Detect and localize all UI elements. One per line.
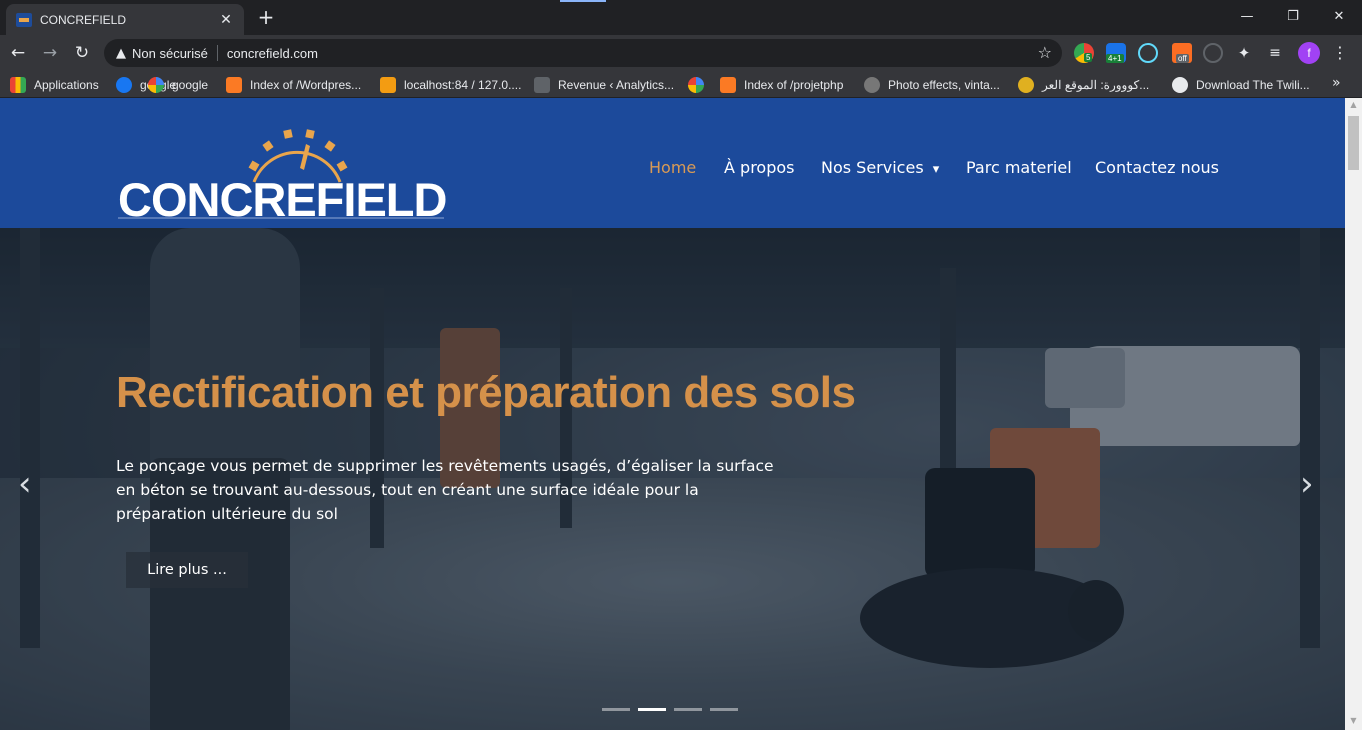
carousel-next-icon[interactable]: › xyxy=(1300,464,1314,504)
bookmark-applications[interactable]: Applications xyxy=(10,76,99,94)
concrefield-favicon-icon xyxy=(16,12,32,27)
concrefield-logo[interactable]: CONCREFIELD xyxy=(114,122,448,226)
bookmark-photo-effects[interactable]: Photo effects, vinta... xyxy=(864,76,1000,94)
security-label[interactable]: Non sécurisé xyxy=(132,46,208,61)
bookmark-projetphp[interactable]: Index of /projetphp xyxy=(720,76,843,94)
kooora-icon xyxy=(1018,77,1034,93)
hero-description: Le ponçage vous permet de supprimer les … xyxy=(116,457,774,523)
recycle-extension-icon[interactable] xyxy=(1203,43,1223,63)
media-queue-icon[interactable]: ≡ xyxy=(1265,43,1285,63)
nav-contactez-nous[interactable]: Contactez nous xyxy=(1095,158,1219,177)
xampp-icon xyxy=(720,77,736,93)
close-window-button[interactable]: ✕ xyxy=(1316,0,1362,32)
maximize-button[interactable]: ❐ xyxy=(1270,0,1316,32)
browser-toolbar: ← → ↻ ▲ Non sécurisé concrefield.com ☆ 5… xyxy=(0,35,1362,71)
scroll-down-icon[interactable]: ▼ xyxy=(1345,716,1362,728)
chrome-extension-icon[interactable]: 5 xyxy=(1074,43,1094,63)
address-separator xyxy=(216,45,218,61)
bookmark-label: localhost:84 / 127.0.... xyxy=(404,78,522,92)
nav-home[interactable]: Home xyxy=(649,158,696,177)
read-more-button[interactable]: Lire plus ... xyxy=(126,552,248,588)
bookmark-label: Download The Twili... xyxy=(1196,78,1310,92)
bookmark-label: كووورة: الموقع العر... xyxy=(1042,78,1150,92)
photo-icon xyxy=(864,77,880,93)
nav-nos-services[interactable]: Nos Services ▾ xyxy=(821,158,939,177)
tab-title: CONCREFIELD xyxy=(40,12,127,27)
phpmyadmin-icon xyxy=(380,77,396,93)
tab-close-icon[interactable]: ✕ xyxy=(218,12,234,28)
back-button[interactable]: ← xyxy=(6,41,30,65)
scroll-thumb[interactable] xyxy=(1348,116,1359,170)
reload-button[interactable]: ↻ xyxy=(70,41,94,65)
browser-tab[interactable]: CONCREFIELD ✕ xyxy=(6,4,244,35)
warning-icon[interactable]: ▲ xyxy=(116,46,126,61)
hero-carousel: Rectification et préparation des sols Le… xyxy=(0,228,1345,730)
bookmark-label: Applications xyxy=(34,78,99,92)
nav-parc-materiel[interactable]: Parc materiel xyxy=(966,158,1072,177)
lock-extension-icon[interactable]: 4+1 xyxy=(1106,43,1126,63)
bookmark-label: Revenue ‹ Analytics... xyxy=(558,78,675,92)
bookmark-label: Photo effects, vinta... xyxy=(888,78,1000,92)
carousel-prev-icon[interactable]: ‹ xyxy=(18,464,32,504)
bookmark-label: Index of /Wordpres... xyxy=(250,78,362,92)
bookmark-label: google xyxy=(172,78,209,92)
bookmark-wordpress-index[interactable]: Index of /Wordpres... xyxy=(226,76,361,94)
forward-button[interactable]: → xyxy=(38,41,62,65)
carousel-indicator-2[interactable] xyxy=(638,708,666,711)
bookmark-google-2[interactable] xyxy=(688,76,712,94)
url-text[interactable]: concrefield.com xyxy=(227,46,318,61)
carousel-indicators xyxy=(602,708,738,711)
google-icon xyxy=(148,77,164,93)
web-page: CONCREFIELD Home À propos Nos Services ▾… xyxy=(0,98,1345,730)
offline-extension-icon[interactable]: off xyxy=(1172,43,1192,63)
puzzle-extensions-icon[interactable]: ✦ xyxy=(1234,43,1254,63)
extension-badge: off xyxy=(1176,54,1189,63)
bag-icon xyxy=(534,77,550,93)
google-icon xyxy=(688,77,704,93)
carousel-indicator-4[interactable] xyxy=(710,708,738,711)
bookmark-revenue-analytics[interactable]: Revenue ‹ Analytics... xyxy=(534,76,674,94)
extension-badge: 5 xyxy=(1084,53,1093,62)
new-tab-button[interactable]: + xyxy=(256,6,276,28)
address-bar[interactable]: ▲ Non sécurisé concrefield.com ☆ xyxy=(104,39,1062,67)
site-header: CONCREFIELD Home À propos Nos Services ▾… xyxy=(0,98,1345,228)
bookmark-kooora[interactable]: كووورة: الموقع العر... xyxy=(1018,76,1149,94)
bookmark-label: Index of /projetphp xyxy=(744,78,844,92)
browser-tab-strip: CONCREFIELD ✕ + — ❐ ✕ xyxy=(0,0,1362,35)
minimize-button[interactable]: — xyxy=(1224,0,1270,32)
chevron-down-icon: ▾ xyxy=(932,162,940,177)
globe-icon xyxy=(1172,77,1188,93)
nav-a-propos[interactable]: À propos xyxy=(724,158,794,177)
nav-nos-services-label: Nos Services xyxy=(821,158,924,177)
profile-avatar[interactable]: f xyxy=(1298,42,1320,64)
bookmark-star-icon[interactable]: ☆ xyxy=(1038,43,1052,62)
tab-search-indicator xyxy=(560,0,606,2)
browser-menu-icon[interactable]: ⋮ xyxy=(1330,41,1350,65)
react-devtools-icon[interactable] xyxy=(1138,43,1158,63)
facebook-icon xyxy=(116,77,132,93)
hero-title: Rectification et préparation des sols xyxy=(116,368,856,417)
apps-grid-icon xyxy=(10,77,26,93)
bookmarks-bar: Applications google google Index of /Wor… xyxy=(0,71,1362,98)
xampp-icon xyxy=(226,77,242,93)
logo-text: CONCREFIELD xyxy=(118,173,447,226)
page-scrollbar[interactable]: ▲ ▼ xyxy=(1345,98,1362,730)
bookmark-download-twilight[interactable]: Download The Twili... xyxy=(1172,76,1310,94)
extension-badge: 4+1 xyxy=(1106,54,1124,63)
carousel-indicator-1[interactable] xyxy=(602,708,630,711)
bookmark-google[interactable]: google xyxy=(148,76,208,94)
carousel-indicator-3[interactable] xyxy=(674,708,702,711)
scroll-up-icon[interactable]: ▲ xyxy=(1345,100,1362,112)
bookmark-localhost[interactable]: localhost:84 / 127.0.... xyxy=(380,76,521,94)
more-bookmarks-icon[interactable]: » xyxy=(1332,75,1341,91)
